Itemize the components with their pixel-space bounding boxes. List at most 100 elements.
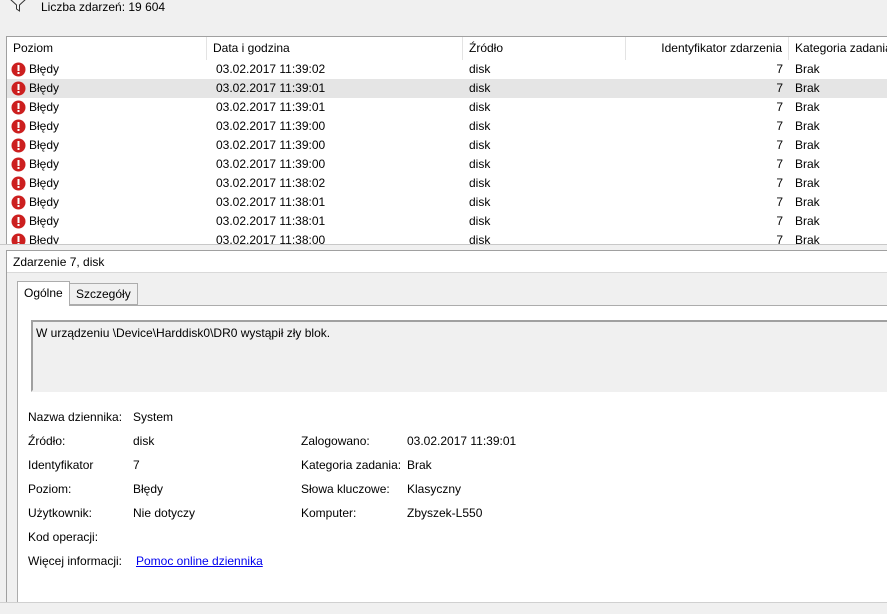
more-info-label: Więcej informacji: (28, 554, 123, 568)
cell-level: Błędy (29, 157, 60, 171)
table-row[interactable]: Błędy 03.02.2017 11:39:00 disk 7 Brak (7, 117, 887, 136)
cell-level: Błędy (29, 233, 60, 244)
cell-source: disk (469, 100, 491, 114)
cell-event-id: 7 (776, 157, 783, 171)
cell-source: disk (469, 138, 491, 152)
cell-event-id: 7 (776, 100, 783, 114)
cell-level: Błędy (29, 195, 60, 209)
cell-event-id: 7 (776, 81, 783, 95)
cell-datetime: 03.02.2017 11:38:01 (216, 195, 326, 209)
cell-source: disk (469, 195, 491, 209)
user-label: Użytkownik: (28, 506, 93, 520)
cell-level: Błędy (29, 62, 60, 76)
tab-details[interactable]: Szczegóły (69, 283, 138, 305)
event-id-value: 7 (133, 458, 140, 472)
event-list[interactable]: Poziom Data i godzina Źródło Identyfikat… (6, 36, 887, 244)
table-row[interactable]: Błędy 03.02.2017 11:38:01 disk 7 Brak (7, 212, 887, 231)
keywords-value: Klasyczny (407, 482, 462, 496)
cell-event-id: 7 (776, 195, 783, 209)
cell-event-id: 7 (776, 119, 783, 133)
event-detail-title: Zdarzenie 7, disk (7, 251, 887, 273)
filter-funnel-icon (10, 0, 26, 12)
error-icon (11, 157, 26, 172)
cell-datetime: 03.02.2017 11:39:01 (216, 81, 326, 95)
event-detail-pane: Zdarzenie 7, disk Ogólne Szczegóły W urz… (6, 250, 887, 603)
cell-task-category: Brak (795, 214, 820, 228)
log-name-value: System (133, 410, 174, 424)
cell-datetime: 03.02.2017 11:39:02 (216, 62, 326, 76)
error-icon (11, 81, 26, 96)
table-row[interactable]: Błędy 03.02.2017 11:39:00 disk 7 Brak (7, 136, 887, 155)
column-header-source[interactable]: Źródło (463, 37, 626, 60)
event-id-label: Identyfikator (28, 458, 94, 472)
column-header-task-category[interactable]: Kategoria zadania (789, 37, 887, 60)
status-bar (0, 602, 887, 614)
column-header-level[interactable]: Poziom (7, 37, 207, 60)
cell-datetime: 03.02.2017 11:39:00 (216, 119, 326, 133)
online-help-link[interactable]: Pomoc online dziennika (136, 554, 263, 568)
cell-datetime: 03.02.2017 11:38:02 (216, 176, 326, 190)
cell-source: disk (469, 119, 491, 133)
table-row[interactable]: Błędy 03.02.2017 11:39:02 disk 7 Brak (7, 60, 887, 79)
cell-task-category: Brak (795, 195, 820, 209)
error-icon (11, 62, 26, 77)
table-row[interactable]: Błędy 03.02.2017 11:38:02 disk 7 Brak (7, 174, 887, 193)
cell-task-category: Brak (795, 138, 820, 152)
table-row[interactable]: Błędy 03.02.2017 11:38:00 disk 7 Brak (7, 231, 887, 244)
toolbar: Liczba zdarzeń: 19 604 (0, 0, 887, 36)
cell-datetime: 03.02.2017 11:39:00 (216, 138, 326, 152)
cell-level: Błędy (29, 176, 60, 190)
cell-source: disk (469, 233, 491, 244)
level-label: Poziom: (28, 482, 72, 496)
column-header-datetime[interactable]: Data i godzina (207, 37, 463, 60)
source-label: Źródło: (28, 434, 66, 448)
event-rows: Błędy 03.02.2017 11:39:02 disk 7 Brak Błędy 03… (7, 60, 887, 244)
error-icon (11, 195, 26, 210)
log-name-label: Nazwa dziennika: (28, 410, 123, 424)
error-icon (11, 176, 26, 191)
user-value: Nie dotyczy (133, 506, 196, 520)
error-icon (11, 138, 26, 153)
cell-datetime: 03.02.2017 11:39:00 (216, 157, 326, 171)
cell-event-id: 7 (776, 233, 783, 244)
cell-event-id: 7 (776, 214, 783, 228)
event-list-header: Poziom Data i godzina Źródło Identyfikat… (7, 37, 887, 60)
computer-label: Komputer: (301, 506, 357, 520)
error-icon (11, 233, 26, 244)
cell-task-category: Brak (795, 233, 820, 244)
cell-source: disk (469, 81, 491, 95)
error-icon (11, 119, 26, 134)
cell-source: disk (469, 214, 491, 228)
error-icon (11, 214, 26, 229)
cell-datetime: 03.02.2017 11:38:00 (216, 233, 326, 244)
cell-event-id: 7 (776, 176, 783, 190)
table-row[interactable]: Błędy 03.02.2017 11:39:00 disk 7 Brak (7, 155, 887, 174)
source-value: disk (133, 434, 155, 448)
table-row[interactable]: Błędy 03.02.2017 11:38:01 disk 7 Brak (7, 193, 887, 212)
logged-value: 03.02.2017 11:39:01 (407, 434, 517, 448)
opcode-label: Kod operacji: (28, 530, 99, 544)
table-row[interactable]: Błędy 03.02.2017 11:39:01 disk 7 Brak (7, 79, 887, 98)
cell-level: Błędy (29, 81, 60, 95)
table-row[interactable]: Błędy 03.02.2017 11:39:01 disk 7 Brak (7, 98, 887, 117)
event-count-label: Liczba zdarzeń: 19 604 (41, 0, 166, 14)
error-icon (11, 100, 26, 115)
event-description-box[interactable]: W urządzeniu \Device\Harddisk0\DR0 wystą… (31, 320, 887, 392)
computer-value: Zbyszek-L550 (407, 506, 483, 520)
cell-event-id: 7 (776, 62, 783, 76)
logged-label: Zalogowano: (301, 434, 370, 448)
cell-task-category: Brak (795, 176, 820, 190)
cell-level: Błędy (29, 100, 60, 114)
cell-level: Błędy (29, 214, 60, 228)
tab-general[interactable]: Ogólne (17, 281, 70, 306)
cell-level: Błędy (29, 138, 60, 152)
tab-panel-general: W urządzeniu \Device\Harddisk0\DR0 wystą… (17, 305, 887, 603)
keywords-label: Słowa kluczowe: (301, 482, 390, 496)
cell-source: disk (469, 176, 491, 190)
cell-task-category: Brak (795, 81, 820, 95)
level-value: Błędy (133, 482, 164, 496)
cell-task-category: Brak (795, 100, 820, 114)
cell-source: disk (469, 62, 491, 76)
column-header-event-id[interactable]: Identyfikator zdarzenia (626, 37, 789, 60)
cell-task-category: Brak (795, 119, 820, 133)
